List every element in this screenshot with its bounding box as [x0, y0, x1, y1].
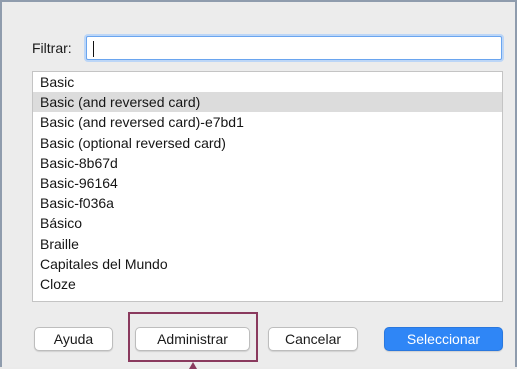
text-caret	[93, 41, 94, 57]
note-type-list[interactable]: Basic Basic (and reversed card) Basic (a…	[32, 71, 503, 302]
list-item[interactable]: Basic (and reversed card)	[33, 92, 502, 113]
note-type-dialog: Filtrar: Basic Basic (and reversed card)…	[0, 0, 517, 369]
manage-button[interactable]: Administrar	[135, 327, 250, 351]
list-item[interactable]: Basic (optional reversed card)	[33, 133, 502, 153]
select-button[interactable]: Seleccionar	[384, 327, 503, 351]
list-item[interactable]: Capitales del Mundo	[33, 254, 502, 274]
list-item[interactable]: Basic-f036a	[33, 193, 502, 213]
list-item[interactable]: Básico	[33, 213, 502, 233]
help-button[interactable]: Ayuda	[34, 327, 113, 351]
filter-label: Filtrar:	[32, 40, 72, 56]
list-item[interactable]: Braille	[33, 234, 502, 254]
cancel-button[interactable]: Cancelar	[268, 327, 358, 351]
filter-input[interactable]	[86, 36, 502, 60]
list-item[interactable]: Basic (and reversed card)-e7bd1	[33, 112, 502, 132]
list-item[interactable]: Basic-8b67d	[33, 153, 502, 173]
filter-row: Filtrar:	[32, 36, 504, 62]
list-item[interactable]: Basic-96164	[33, 173, 502, 193]
list-item[interactable]: Basic	[33, 72, 502, 92]
list-item[interactable]: Cloze	[33, 274, 502, 294]
pointer-arrow-icon	[189, 362, 197, 369]
